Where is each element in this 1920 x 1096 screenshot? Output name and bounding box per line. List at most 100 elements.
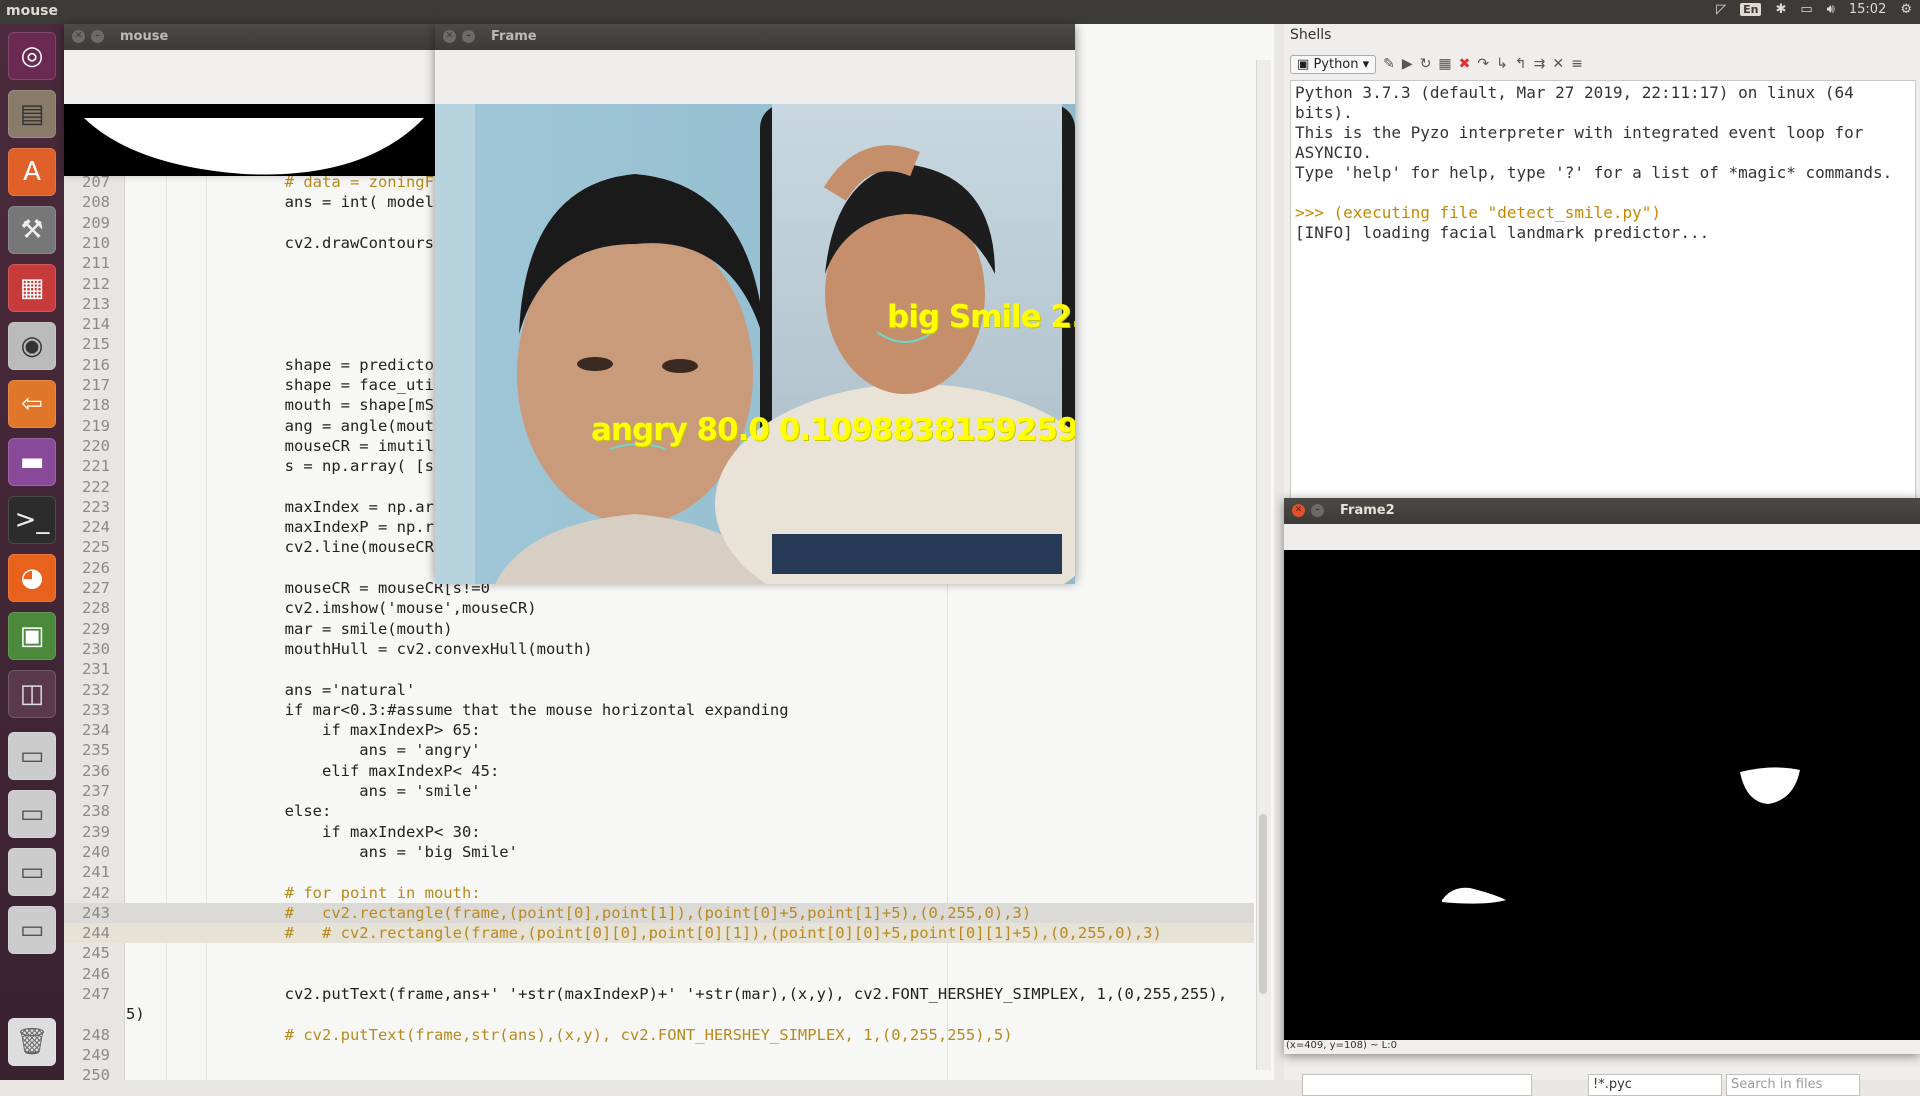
minimize-icon[interactable]: – bbox=[91, 30, 104, 43]
code-line[interactable]: 243 # cv2.rectangle(frame,(point[0],poin… bbox=[64, 902, 1254, 923]
wifi-icon[interactable]: ◸ bbox=[1716, 2, 1726, 17]
code-line[interactable]: 242 # for point in mouth: bbox=[64, 883, 1254, 903]
image-viewer-icon[interactable]: ▣ bbox=[8, 612, 56, 660]
line-number: 227 bbox=[82, 579, 110, 597]
editor-scrollbar-thumb[interactable] bbox=[1259, 814, 1267, 994]
gear-icon[interactable]: ⚙ bbox=[1900, 2, 1912, 17]
stop-icon[interactable]: ✖ bbox=[1459, 56, 1471, 72]
code-line[interactable]: 228 cv2.imshow('mouse',mouseCR) bbox=[64, 598, 1254, 618]
close-icon[interactable]: ✕ bbox=[72, 30, 85, 43]
software-center-icon[interactable]: A bbox=[8, 148, 56, 196]
step-out-icon[interactable]: ↰ bbox=[1515, 56, 1527, 72]
screenshot-icon[interactable]: ◉ bbox=[8, 322, 56, 370]
clock[interactable]: 15:02 bbox=[1849, 2, 1886, 17]
code-line[interactable]: 236 elif maxIndexP< 45: bbox=[64, 761, 1254, 781]
code-line[interactable]: 245 bbox=[64, 943, 1254, 963]
code-line[interactable]: 250 bbox=[64, 1065, 1254, 1085]
code-text: ans ='natural' bbox=[210, 680, 416, 699]
line-number: 208 bbox=[82, 193, 110, 212]
file-filter-left[interactable] bbox=[1302, 1074, 1532, 1096]
drive-icon-3[interactable]: ▭ bbox=[8, 848, 56, 896]
ubuntu-dash-icon[interactable]: ◎ bbox=[8, 32, 56, 80]
code-text: mar = smile(mouth) bbox=[210, 619, 453, 638]
continue-icon[interactable]: ⇉ bbox=[1534, 56, 1546, 72]
minimize-icon[interactable]: – bbox=[462, 30, 475, 43]
line-number: 212 bbox=[82, 274, 110, 293]
line-number: 218 bbox=[82, 396, 110, 415]
code-text: cv2.putText(frame,ans+' '+str(maxIndexP)… bbox=[210, 985, 1228, 1003]
code-line[interactable]: 231 bbox=[64, 659, 1254, 679]
code-line[interactable]: 241 bbox=[64, 862, 1254, 882]
edit-icon[interactable]: ✎ bbox=[1383, 56, 1395, 72]
code-line[interactable]: 240 ans = 'big Smile' bbox=[64, 842, 1254, 862]
active-app-title: mouse bbox=[6, 3, 59, 19]
shell-output-line: Type 'help' for help, type '?' for a lis… bbox=[1295, 163, 1893, 182]
code-line[interactable]: 238 else: bbox=[64, 801, 1254, 821]
line-number: 211 bbox=[82, 254, 110, 273]
volume-icon[interactable]: 🔊︎ bbox=[1827, 2, 1835, 17]
mouse-window[interactable]: ✕ – mouse bbox=[64, 24, 436, 176]
code-line[interactable]: 248 # cv2.putText(frame,str(ans),(x,y), … bbox=[64, 1025, 1254, 1045]
refresh-icon[interactable]: ↻ bbox=[1420, 56, 1432, 72]
battery-icon[interactable]: ▭ bbox=[1800, 2, 1812, 17]
code-line[interactable]: 235 ans = 'angry' bbox=[64, 740, 1254, 760]
step-in-icon[interactable]: ↳ bbox=[1496, 56, 1508, 72]
drive-icon-4[interactable]: ▭ bbox=[8, 906, 56, 954]
menu-icon[interactable]: ≡ bbox=[1571, 56, 1583, 72]
code-line[interactable]: 229 mar = smile(mouth) bbox=[64, 619, 1254, 639]
mouse-titlebar[interactable]: ✕ – mouse bbox=[64, 24, 436, 50]
code-line[interactable]: 230 mouthHull = cv2.convexHull(mouth) bbox=[64, 639, 1254, 659]
frame2-titlebar[interactable]: ✕ – Frame2 bbox=[1284, 498, 1920, 524]
trash-icon[interactable]: 🗑︎ bbox=[8, 1018, 56, 1066]
code-line[interactable]: 249 bbox=[64, 1045, 1254, 1065]
code-line[interactable]: 232 ans ='natural' bbox=[64, 680, 1254, 700]
code-line[interactable]: 234 if maxIndexP> 65: bbox=[64, 720, 1254, 740]
code-line[interactable]: 247 cv2.putText(frame,ans+' '+str(maxInd… bbox=[64, 984, 1254, 1004]
file-filter-input[interactable]: !*.pyc bbox=[1588, 1074, 1722, 1096]
line-number: 223 bbox=[82, 497, 110, 516]
step-over-icon[interactable]: ↷ bbox=[1477, 56, 1489, 72]
line-number: 215 bbox=[82, 335, 110, 354]
line-number: 210 bbox=[82, 233, 110, 252]
code-line[interactable]: 237 ans = 'smile' bbox=[64, 781, 1254, 801]
frame-window[interactable]: ✕ – Frame angry 80.0 0.10988381592593 bi… bbox=[435, 24, 1075, 584]
line-number: 239 bbox=[82, 822, 110, 841]
interpreter-select[interactable]: ▣ Python ▾ bbox=[1290, 54, 1377, 74]
code-text: if maxIndexP< 30: bbox=[210, 822, 481, 841]
line-number: 221 bbox=[82, 457, 110, 476]
search-in-files-input[interactable]: Search in files bbox=[1726, 1074, 1860, 1096]
close-debug-icon[interactable]: ✕ bbox=[1552, 56, 1564, 72]
back-icon[interactable]: ⇦ bbox=[8, 380, 56, 428]
line-number: 224 bbox=[82, 518, 110, 537]
frame2-image bbox=[1284, 550, 1920, 1040]
launcher: ◎ ▤ A ⚒ ▦ ◉ ⇦ ▬ >_ ◕ ▣ ◫ ▭ ▭ ▭ ▭ 🗑︎ bbox=[0, 24, 64, 1080]
code-line[interactable]: 239 if maxIndexP< 30: bbox=[64, 822, 1254, 842]
files-icon[interactable]: ▤ bbox=[8, 90, 56, 138]
debug-icon[interactable]: ▦ bbox=[1438, 56, 1451, 72]
close-icon[interactable]: ✕ bbox=[1292, 504, 1305, 517]
shell-output[interactable]: Python 3.7.3 (default, Mar 27 2019, 22:1… bbox=[1290, 80, 1916, 520]
firefox-icon[interactable]: ◕ bbox=[8, 554, 56, 602]
bluetooth-icon[interactable]: ✱ bbox=[1775, 2, 1786, 17]
line-number: 209 bbox=[82, 213, 110, 232]
workspace-icon[interactable]: ◫ bbox=[8, 670, 56, 718]
code-line[interactable]: 5) bbox=[64, 1004, 1254, 1024]
overlay-label-right: big Smile 2. bbox=[887, 299, 1075, 335]
system-settings-icon[interactable]: ⚒ bbox=[8, 206, 56, 254]
line-number: 232 bbox=[82, 680, 110, 699]
code-line[interactable]: 246 bbox=[64, 964, 1254, 984]
drive-icon-2[interactable]: ▭ bbox=[8, 790, 56, 838]
terminal-icon[interactable]: >_ bbox=[8, 496, 56, 544]
line-number: 234 bbox=[82, 721, 110, 740]
frame-titlebar[interactable]: ✕ – Frame bbox=[435, 24, 1075, 50]
code-line[interactable]: 244 # # cv2.rectangle(frame,(point[0][0]… bbox=[64, 923, 1254, 944]
run-icon[interactable]: ▶ bbox=[1402, 56, 1413, 72]
code-line[interactable]: 233 if mar<0.3:#assume that the mouse ho… bbox=[64, 700, 1254, 720]
keyboard-layout-indicator[interactable]: En bbox=[1740, 3, 1762, 16]
libreoffice-impress-icon[interactable]: ▦ bbox=[8, 264, 56, 312]
minimize-icon[interactable]: – bbox=[1311, 504, 1324, 517]
frame2-window[interactable]: ✕ – Frame2 (x=409, y=108) ~ L:0 bbox=[1284, 498, 1920, 1054]
window-app-icon[interactable]: ▬ bbox=[8, 438, 56, 486]
drive-icon-1[interactable]: ▭ bbox=[8, 732, 56, 780]
close-icon[interactable]: ✕ bbox=[443, 30, 456, 43]
